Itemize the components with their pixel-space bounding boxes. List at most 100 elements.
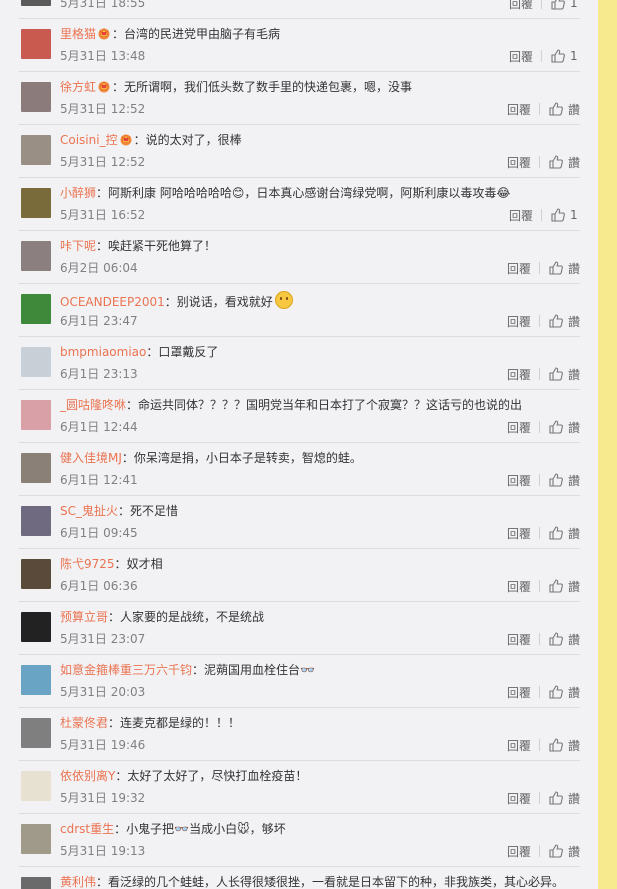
comment-item: 黄利伟：看泛绿的几个蛙蛙，人长得很矮很挫，一看就是日本留下的种，非我族类，其心必… <box>19 867 580 889</box>
page-side-strip <box>598 0 617 889</box>
comment-username[interactable]: _圆咕隆咚咻 <box>60 398 126 412</box>
like-button[interactable]: 讚 <box>548 366 580 383</box>
avatar[interactable] <box>21 82 51 112</box>
comment-item: 杜蒙佟君：连麦克都是绿的！！！ 5月31日 19:46 回覆 讚 <box>19 708 580 761</box>
reply-button[interactable]: 回覆 <box>507 101 531 118</box>
comment-username[interactable]: 预算立哥 <box>60 610 108 624</box>
separator: ： <box>108 610 121 624</box>
like-count: 讚 <box>567 420 580 435</box>
comment-time: 6月1日 12:44 <box>60 420 138 434</box>
reply-button[interactable]: 回覆 <box>507 631 531 648</box>
reply-button[interactable]: 回覆 <box>507 472 531 489</box>
reply-button[interactable]: 回覆 <box>507 260 531 277</box>
like-button[interactable]: 讚 <box>548 525 580 542</box>
reply-button[interactable]: 回覆 <box>507 366 531 383</box>
avatar[interactable] <box>21 400 51 430</box>
thumbs-up-icon <box>548 101 568 117</box>
like-button[interactable]: 讚 <box>548 101 580 118</box>
reply-button[interactable]: 回覆 <box>507 790 531 807</box>
like-button[interactable]: 讚 <box>548 472 580 489</box>
like-button[interactable]: 讚 <box>548 154 580 171</box>
like-count: 讚 <box>567 526 580 541</box>
reply-button[interactable]: 回覆 <box>507 578 531 595</box>
avatar[interactable] <box>21 0 51 6</box>
comment-content: Coisini_控 ：说的太对了，很棒 <box>60 132 242 148</box>
comment-username[interactable]: 依依别离Y <box>60 769 115 783</box>
comment-content: 徐方虹 ：无所谓啊，我们低头数了数手里的快递包裹，嗯，没事 <box>60 79 412 95</box>
comment-username[interactable]: 健入佳境MJ <box>60 451 122 465</box>
comment-username[interactable]: 如意金箍棒重三万六千钧 <box>60 663 192 677</box>
comment-username[interactable]: cdrst重生 <box>60 822 114 836</box>
avatar[interactable] <box>21 453 51 483</box>
comment-username[interactable]: 小醉狮 <box>60 186 96 200</box>
like-button[interactable]: 讚 <box>548 578 580 595</box>
comment-content: 里格猫 ：台湾的民进党甲由脑子有毛病 <box>60 26 280 42</box>
comment-username[interactable]: 里格猫 <box>60 27 96 41</box>
comment-content: 如意金箍棒重三万六千钧：泥蒴国用血栓住台👓 <box>60 662 315 678</box>
comment-time: 5月31日 20:03 <box>60 685 146 699</box>
avatar[interactable] <box>21 506 51 536</box>
reply-button[interactable]: 回覆 <box>509 48 533 65</box>
like-count: 讚 <box>567 579 580 594</box>
avatar[interactable] <box>21 877 51 889</box>
like-button[interactable]: 1 <box>550 48 580 64</box>
comment-content: bmpmiaomiao：口罩戴反了 <box>60 344 218 360</box>
avatar[interactable] <box>21 771 51 801</box>
comment-text: 口罩戴反了 <box>158 345 219 359</box>
like-button[interactable]: 讚 <box>548 737 580 754</box>
avatar[interactable] <box>21 665 51 695</box>
comment-username[interactable]: 黄利伟 <box>60 875 96 889</box>
like-count: 讚 <box>567 155 580 170</box>
comment-panel: 5月31日 18:55 回覆 1 里格猫 ：台湾的民进党甲由脑子有毛病 5月31日… <box>0 0 599 889</box>
like-count: 讚 <box>567 791 580 806</box>
reply-button[interactable]: 回覆 <box>507 525 531 542</box>
like-button[interactable]: 讚 <box>548 419 580 436</box>
avatar[interactable] <box>21 824 51 854</box>
like-button[interactable]: 讚 <box>548 631 580 648</box>
avatar[interactable] <box>21 241 51 271</box>
comment-username[interactable]: SC_鬼扯火 <box>60 504 118 518</box>
comment-username[interactable]: OCEANDEEP2001 <box>60 295 165 309</box>
separator: ： <box>126 398 139 412</box>
like-button[interactable]: 1 <box>550 207 580 223</box>
avatar[interactable] <box>21 135 51 165</box>
like-button[interactable]: 讚 <box>548 260 580 277</box>
like-button[interactable]: 讚 <box>548 790 580 807</box>
avatar[interactable] <box>21 29 51 59</box>
thumbs-up-icon <box>548 737 568 753</box>
comment-text: 命运共同体？？？？国明党当年和日本打了个寂寞？？这话亏的也说的出 <box>138 398 523 412</box>
comment-username[interactable]: 咔下呢 <box>60 239 96 253</box>
comment-content: _圆咕隆咚咻：命运共同体？？？？国明党当年和日本打了个寂寞？？这话亏的也说的出 <box>60 397 522 413</box>
comment-text: 你呆湾是捐，小日本子是转卖，智熄的蛙。 <box>133 451 362 465</box>
comment-time: 5月31日 13:48 <box>60 49 146 63</box>
comment-actions: 回覆 讚 <box>507 631 580 647</box>
reply-button[interactable]: 回覆 <box>507 843 531 860</box>
reply-button[interactable]: 回覆 <box>507 313 531 330</box>
like-button[interactable]: 1 <box>550 0 580 11</box>
divider <box>538 633 540 645</box>
like-button[interactable]: 讚 <box>548 313 580 330</box>
avatar[interactable] <box>21 612 51 642</box>
divider <box>538 792 540 804</box>
avatar[interactable] <box>21 347 51 377</box>
like-button[interactable]: 讚 <box>548 684 580 701</box>
separator: ： <box>118 504 131 518</box>
reply-button[interactable]: 回覆 <box>509 207 533 224</box>
comment-username[interactable]: Coisini_控 <box>60 133 118 147</box>
avatar[interactable] <box>21 559 51 589</box>
comment-username[interactable]: 陈弋9725 <box>60 557 115 571</box>
comment-username[interactable]: 徐方虹 <box>60 80 96 94</box>
like-button[interactable]: 讚 <box>548 843 580 860</box>
avatar[interactable] <box>21 188 51 218</box>
thumbs-up-icon <box>548 578 568 594</box>
reply-button[interactable]: 回覆 <box>507 419 531 436</box>
reply-button[interactable]: 回覆 <box>509 0 533 12</box>
divider <box>541 209 542 221</box>
reply-button[interactable]: 回覆 <box>507 154 531 171</box>
comment-username[interactable]: bmpmiaomiao <box>60 345 146 359</box>
avatar[interactable] <box>21 718 51 748</box>
comment-username[interactable]: 杜蒙佟君 <box>60 716 108 730</box>
reply-button[interactable]: 回覆 <box>507 684 531 701</box>
avatar[interactable] <box>21 294 51 324</box>
reply-button[interactable]: 回覆 <box>507 737 531 754</box>
